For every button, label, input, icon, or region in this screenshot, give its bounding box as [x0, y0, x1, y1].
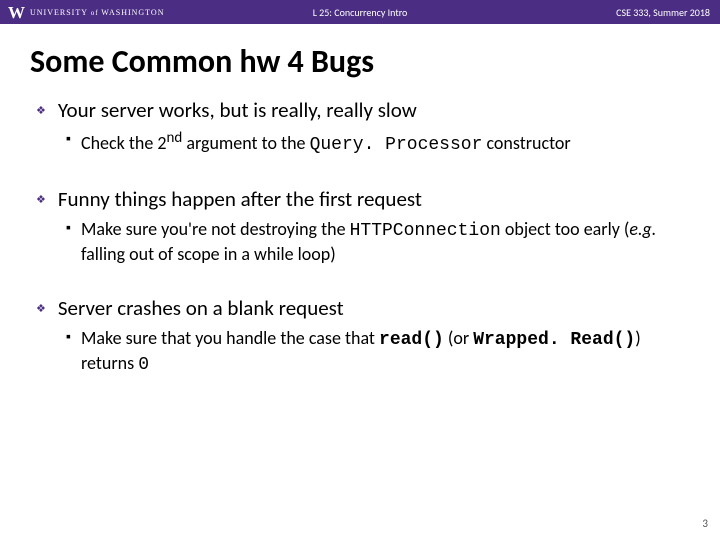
code-text: HTTPConnection [350, 221, 501, 241]
content: Some Common hw 4 Bugs ❖ Your server work… [0, 24, 720, 378]
square-bullet-icon: ▪ [66, 221, 71, 235]
list-item: ▪ Check the 2nd argument to the Query. P… [66, 129, 692, 157]
diamond-bullet-icon: ❖ [36, 194, 46, 205]
course-term: CSE 333, Summer 2018 [616, 6, 710, 19]
list-item: ❖ Funny things happen after the first re… [36, 186, 692, 267]
bug-point: Your server works, but is really, really… [58, 97, 417, 123]
bug-sub: Make sure you're not destroying the HTTP… [81, 218, 692, 267]
bug-point: Server crashes on a blank request [58, 295, 344, 321]
uw-name: UNIVERSITY of WASHINGTON [30, 8, 164, 17]
uw-w-mark-icon: W [8, 4, 24, 21]
code-text: Wrapped. Read() [473, 330, 635, 350]
uw-name-pre: UNIVERSITY [30, 8, 91, 17]
square-bullet-icon: ▪ [66, 132, 71, 146]
list-item: ▪ Make sure you're not destroying the HT… [66, 218, 692, 267]
lecture-title: L 25: Concurrency Intro [313, 6, 408, 19]
code-text: 0 [138, 355, 149, 375]
bug-sub: Check the 2nd argument to the Query. Pro… [81, 129, 571, 157]
code-text: Query. Processor [310, 135, 483, 155]
list-item: ❖ Server crashes on a blank request ▪ Ma… [36, 295, 692, 378]
diamond-bullet-icon: ❖ [36, 105, 46, 116]
page-title: Some Common hw 4 Bugs [30, 42, 692, 81]
bug-point: Funny things happen after the first requ… [58, 186, 422, 212]
bug-sub: Make sure that you handle the case that … [81, 327, 692, 378]
uw-name-of: of [91, 9, 102, 17]
uw-logo-block: W UNIVERSITY of WASHINGTON [8, 4, 164, 21]
slide: W UNIVERSITY of WASHINGTON L 25: Concurr… [0, 0, 720, 540]
square-bullet-icon: ▪ [66, 330, 71, 344]
bug-list: ❖ Your server works, but is really, real… [30, 97, 692, 378]
topbar: W UNIVERSITY of WASHINGTON L 25: Concurr… [0, 0, 720, 24]
page-number: 3 [702, 517, 708, 530]
uw-name-post: WASHINGTON [101, 8, 164, 17]
diamond-bullet-icon: ❖ [36, 303, 46, 314]
code-text: read() [379, 330, 444, 350]
list-item: ▪ Make sure that you handle the case tha… [66, 327, 692, 378]
list-item: ❖ Your server works, but is really, real… [36, 97, 692, 158]
